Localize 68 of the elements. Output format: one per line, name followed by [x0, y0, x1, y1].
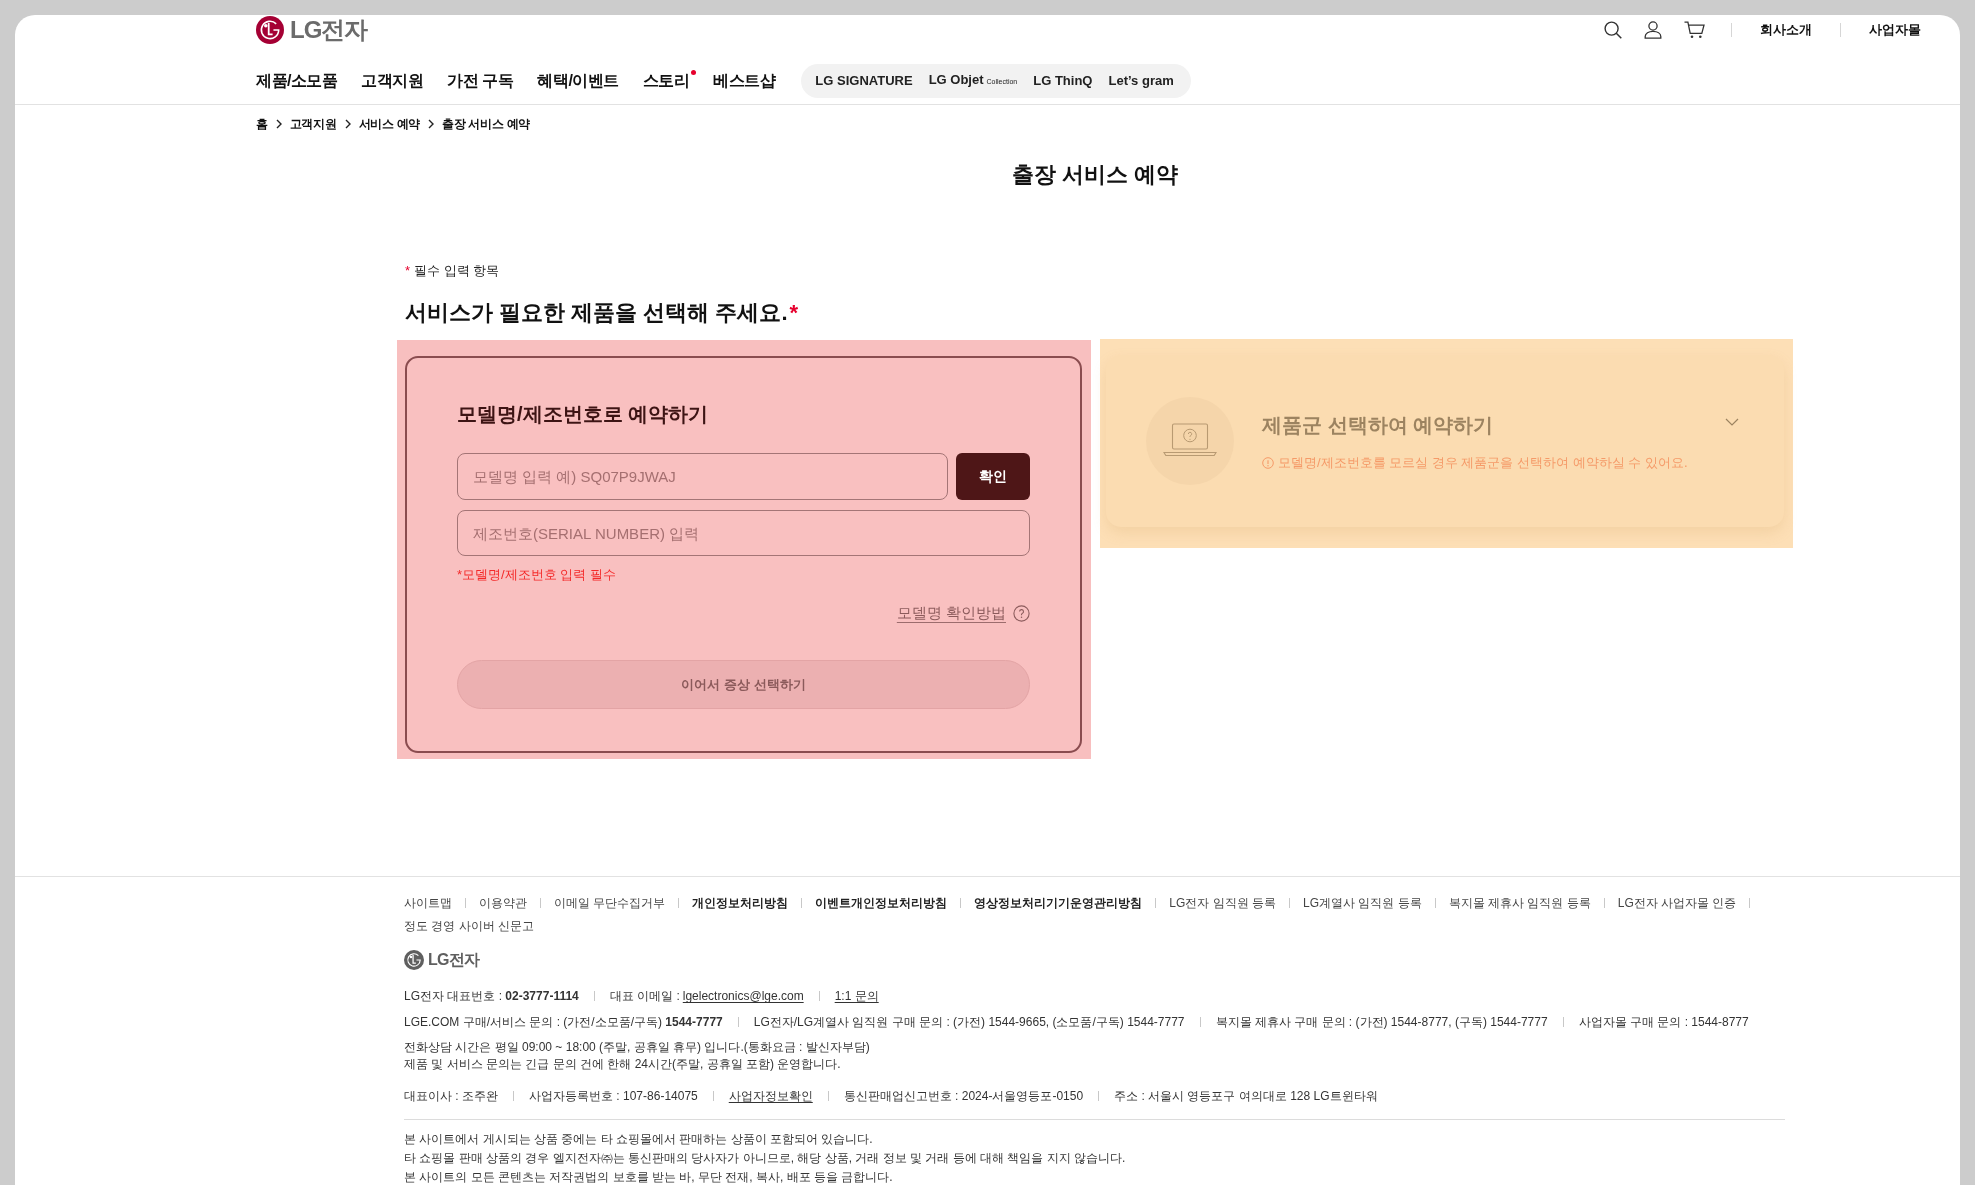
- company-info-text: LG전자 대표번호 : 02-3777-1114: [404, 988, 579, 1005]
- footer-link[interactable]: 이용약관: [479, 894, 527, 912]
- serial-number-field[interactable]: 제조번호(SERIAL NUMBER) 입력: [457, 510, 1030, 556]
- chevron-right-icon: [344, 119, 351, 129]
- home-logo-link[interactable]: LG전자: [256, 15, 368, 45]
- footer-info-link[interactable]: lgelectronics@lge.com: [682, 987, 804, 1005]
- nav-link[interactable]: 베스트샵: [713, 70, 776, 92]
- company-info-text: 통신판매업신고번호 : 2024-서울영등포-0150: [843, 1088, 1084, 1105]
- nav-link[interactable]: 가전 구독: [447, 70, 514, 92]
- footer-link[interactable]: 사이트맵: [404, 894, 452, 912]
- footer-link[interactable]: 이벤트개인정보처리방침: [815, 894, 948, 912]
- page-title: 출장 서비스 예약: [1011, 161, 1179, 189]
- footer-link[interactable]: 영상정보처리기기운영관리방침: [974, 894, 1143, 912]
- nav-link[interactable]: 고객지원: [361, 70, 424, 92]
- exclamation-circle-icon: [1262, 456, 1274, 469]
- footer-link[interactable]: LG전자 사업자몰 인증: [1617, 894, 1737, 912]
- breadcrumb-link[interactable]: 홈: [256, 116, 268, 132]
- chevron-down-icon[interactable]: [1725, 418, 1739, 426]
- utility-link[interactable]: 회사소개: [1760, 21, 1812, 39]
- model-help-link[interactable]: 모델명 확인방법: [896, 603, 1006, 623]
- required-note: * 필수 입력 항목: [405, 262, 500, 280]
- nav-link[interactable]: 스토리: [642, 70, 690, 92]
- brand-link[interactable]: LG SIGNATURE: [815, 72, 913, 90]
- footer-info-link[interactable]: 사업자정보확인: [728, 1087, 813, 1105]
- chevron-right-icon: [428, 119, 435, 129]
- question-heading: 서비스가 필요한 제품을 선택해 주세요.*: [405, 299, 799, 327]
- laptop-icon: [1146, 397, 1234, 485]
- confirm-button[interactable]: 확인: [956, 453, 1030, 500]
- breadcrumb-link[interactable]: 출장 서비스 예약: [442, 116, 531, 132]
- footer-link[interactable]: 개인정보처리방침: [692, 894, 789, 912]
- breadcrumb-link[interactable]: 고객지원: [289, 116, 337, 132]
- footer-link[interactable]: 이메일 무단수집거부: [554, 894, 666, 912]
- company-info-text: 주소 : 서울시 영등포구 여의대로 128 LG트윈타워: [1114, 1088, 1378, 1105]
- nav-link[interactable]: 혜택/이벤트: [537, 70, 619, 92]
- chevron-right-icon: [275, 119, 282, 129]
- user-icon[interactable]: [1644, 21, 1662, 39]
- logo-icon: [404, 950, 424, 970]
- notice-text: 본 사이트에서 게시되는 상품 중에는 타 쇼핑몰에서 판매하는 상품이 포함되어 있습니다.: [404, 1131, 873, 1148]
- breadcrumb-link[interactable]: 서비스 예약: [358, 116, 421, 132]
- company-info-text: 사업자등록번호 : 107-86-14075: [529, 1088, 698, 1105]
- help-icon[interactable]: [1013, 604, 1030, 622]
- footer-link[interactable]: 정도 경영 사이버 신문고: [404, 917, 534, 935]
- info-text: 제품 및 서비스 문의는 긴급 문의 건에 한해 24시간(주말, 공휴일 포함) 운영합니다.: [404, 1056, 841, 1073]
- cart-icon[interactable]: [1684, 21, 1705, 39]
- footer-info-link[interactable]: 1:1 문의: [834, 987, 879, 1005]
- company-info-text: 대표 이메일 :: [609, 988, 680, 1005]
- model-number-field[interactable]: 모델명 입력 예) SQ07P9JWAJ: [457, 453, 948, 500]
- nav-link[interactable]: 제품/소모품: [256, 70, 338, 92]
- notice-text: 타 쇼핑몰 판매 상품의 경우 엘지전자㈜는 통신판매의 당사자가 아니므로, 해당 상품, 거래 정보 및 거래 등에 대해 책임을 지지 않습니다.: [404, 1150, 1126, 1167]
- footer-link[interactable]: LG전자 임직원 등록: [1169, 894, 1277, 912]
- brand-link[interactable]: Let’s gram: [1108, 72, 1174, 90]
- footer-link[interactable]: 복지몰 제휴사 임직원 등록: [1448, 894, 1591, 912]
- company-info-text: 복지몰 제휴사 구매 문의 : (가전) 1544-8777, (구독) 1544-7777: [1215, 1014, 1548, 1031]
- search-icon[interactable]: [1604, 21, 1622, 39]
- error-message: *모델명/제조번호 입력 필수: [457, 566, 616, 584]
- company-info-text: LG전자/LG계열사 임직원 구매 문의 : (가전) 1544-9665, (소모품/구독) 1544-7777: [753, 1014, 1185, 1031]
- brand-link[interactable]: LG ThinQ: [1033, 72, 1093, 90]
- logo-text: LG전자: [428, 950, 480, 970]
- info-note: 모델명/제조번호를 모르실 경우 제품군을 선택하여 예약하실 수 있어요.: [1278, 453, 1688, 472]
- info-text: 전화상담 시간은 평일 09:00 ~ 18:00 (주말, 공휴일 휴무) 입니다.(통화요금 : 발신자부담): [404, 1039, 870, 1056]
- card-title: 제품군 선택하여 예약하기: [1262, 412, 1494, 438]
- footer-link[interactable]: LG계열사 임직원 등록: [1303, 894, 1422, 912]
- card-title: 모델명/제조번호로 예약하기: [457, 402, 709, 427]
- notice-text: 본 사이트의 모든 콘텐츠는 저작권법의 보호를 받는 바, 무단 전재, 복사, 배포 등을 금합니다.: [404, 1169, 893, 1185]
- company-info-text: 사업자몰 구매 문의 : 1544-8777: [1578, 1014, 1749, 1031]
- company-info-text: 대표이사 : 조주완: [404, 1088, 498, 1105]
- company-info-text: LGE.COM 구매/서비스 문의 : (가전/소모품/구독) 1544-7777: [404, 1014, 723, 1031]
- utility-link[interactable]: 사업자몰: [1869, 21, 1921, 39]
